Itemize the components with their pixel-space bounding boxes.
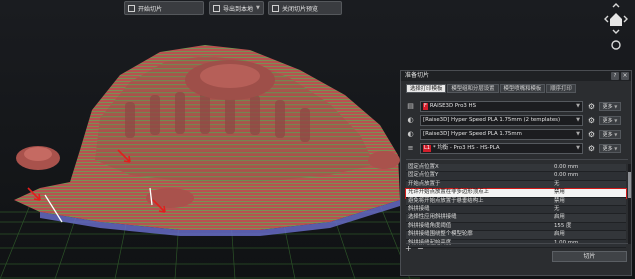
tab-model-nozzle-template[interactable]: 模型喷嘴和模板 (499, 84, 546, 93)
filament-preset-row-2: ◐ [Raise3D] Hyper Speed PLA 1.75mm ▼ ⚙ 更… (406, 129, 630, 140)
export-label: 导出到本地 (223, 5, 254, 13)
gear-icon[interactable]: ⚙ (587, 144, 596, 153)
more-label: 更多 (602, 104, 613, 110)
setting-value: 0.00 mm (554, 164, 579, 170)
tab-sequential-print[interactable]: 顺序打印 (546, 84, 576, 93)
tab-model-group-layer-settings[interactable]: 模型组和分层设置 (447, 84, 499, 93)
setting-value: 无 (554, 180, 560, 187)
chevron-down-icon: ▼ (614, 146, 618, 151)
setting-row[interactable]: 固定点位置X 0.00 mm (406, 164, 626, 173)
setting-key: 斜拼接缝 (408, 205, 430, 212)
filament-icon: ◐ (407, 130, 414, 138)
printer-preset-row: ▤ F RAISE3D Pro3 HS ▼ ⚙ 更多 ▼ (406, 101, 630, 112)
chevron-down-icon[interactable]: ▼ (256, 5, 260, 11)
export-to-local-button[interactable]: 导出到本地 ▼ (209, 1, 264, 15)
setting-row[interactable]: 固定点位置Y 0.00 mm (406, 172, 626, 181)
more-label: 更多 (602, 146, 613, 152)
setting-row[interactable]: 避免将开始点放置于悬垂结构上 禁用 (406, 197, 626, 206)
settings-scrollbar[interactable] (628, 164, 631, 244)
prepare-slice-dialog: 准备切片 ? × 选择打印模板 模型组和分层设置 模型喷嘴和模板 顺序打印 ▤ … (400, 70, 632, 276)
filament-preset-row: ◐ [Raise3D] Hyper Speed PLA 1.75mm (2 te… (406, 115, 630, 126)
printer-icon: ▤ (407, 102, 414, 110)
filament-preset-select-2[interactable]: [Raise3D] Hyper Speed PLA 1.75mm ▼ (420, 129, 583, 140)
setting-key: 允许开始点放置在非多边形顶点上 (408, 189, 489, 196)
setting-key: 开始点放置于 (408, 180, 441, 187)
close-preview-icon (272, 4, 279, 12)
setting-value: 启用 (554, 214, 565, 221)
tab-select-print-template[interactable]: 选择打印模板 (406, 84, 447, 93)
scrollbar-thumb[interactable] (628, 172, 631, 198)
add-button[interactable]: + (405, 244, 412, 253)
setting-value: 155 度 (554, 222, 572, 229)
more-button[interactable]: 更多 ▼ (599, 116, 621, 125)
more-button[interactable]: 更多 ▼ (599, 130, 621, 139)
preset-text: [Raise3D] Hyper Speed PLA 1.75mm (423, 131, 522, 137)
right-arrow-icon[interactable] (623, 15, 628, 23)
start-slice-button[interactable]: 开始切片 (124, 1, 204, 15)
preset-text: * 均衡 - Pro3 HS - HS-PLA (432, 145, 500, 151)
up-arrow-icon[interactable] (612, 3, 620, 8)
gear-icon[interactable]: ⚙ (587, 116, 596, 125)
slice-button[interactable]: 切片 (552, 251, 627, 262)
chevron-down-icon: ▼ (576, 117, 580, 123)
dialog-titlebar: 准备切片 ? × (401, 71, 631, 81)
setting-key: 选择性应用斜拼接缝 (408, 214, 457, 221)
printer-preset-select[interactable]: F RAISE3D Pro3 HS ▼ (420, 101, 583, 112)
setting-key: 避免将开始点放置于悬垂结构上 (408, 197, 484, 204)
rotate-icon[interactable] (611, 40, 621, 50)
start-slice-label: 开始切片 (138, 5, 163, 13)
setting-value: 禁用 (554, 197, 565, 204)
more-label: 更多 (602, 132, 613, 138)
setting-value: 0.00 mm (554, 172, 579, 179)
preset-badge: L1 (423, 145, 431, 152)
filament-icon: ◐ (407, 116, 414, 124)
setting-value: 启用 (554, 231, 565, 238)
gear-icon[interactable]: ⚙ (587, 102, 596, 111)
preset-badge: F (423, 103, 428, 110)
preset-text: RAISE3D Pro3 HS (429, 103, 476, 109)
slice-icon (128, 4, 135, 12)
left-arrow-icon[interactable] (604, 15, 609, 23)
view-controls (604, 3, 628, 50)
preset-text: [Raise3D] Hyper Speed PLA 1.75mm (2 temp… (423, 117, 561, 123)
more-label: 更多 (602, 118, 613, 124)
setting-row[interactable]: 斜拼接缝围绕整个模型轮廓 启用 (406, 231, 626, 240)
chevron-down-icon: ▼ (614, 132, 618, 137)
close-icon[interactable]: × (621, 72, 629, 80)
close-preview-label: 关闭切片预览 (282, 5, 319, 13)
remove-button[interactable]: − (417, 244, 424, 253)
setting-value: 无 (554, 205, 560, 212)
chevron-down-icon: ▼ (576, 145, 580, 151)
chevron-down-icon: ▼ (576, 131, 580, 137)
layers-icon: ≡ (407, 144, 414, 152)
setting-key: 斜拼接缝角度阈值 (408, 222, 452, 229)
gear-icon[interactable]: ⚙ (587, 130, 596, 139)
divider (406, 243, 628, 244)
dialog-tabs: 选择打印模板 模型组和分层设置 模型喷嘴和模板 顺序打印 (406, 84, 577, 93)
settings-list: 固定点位置X 0.00 mm 固定点位置Y 0.00 mm 开始点放置于无 允许开始… (405, 164, 627, 248)
print-profile-row: ≡ L1 * 均衡 - Pro3 HS - HS-PLA ▼ ⚙ 更多 ▼ (406, 143, 630, 154)
help-icon[interactable]: ? (611, 72, 619, 80)
setting-row[interactable]: 选择性应用斜拼接缝 启用 (406, 214, 626, 223)
print-profile-select[interactable]: L1 * 均衡 - Pro3 HS - HS-PLA ▼ (420, 143, 583, 154)
setting-key: 固定点位置Y (408, 172, 439, 179)
dialog-title: 准备切片 (405, 72, 430, 79)
more-button[interactable]: 更多 ▼ (599, 144, 621, 153)
setting-key: 固定点位置X (408, 164, 439, 170)
setting-row-highlighted[interactable]: 允许开始点放置在非多边形顶点上 禁用 (405, 188, 627, 199)
chevron-down-icon: ▼ (614, 118, 618, 123)
chevron-down-icon: ▼ (576, 103, 580, 109)
filament-preset-select[interactable]: [Raise3D] Hyper Speed PLA 1.75mm (2 temp… (420, 115, 583, 126)
setting-value: 禁用 (554, 189, 565, 196)
more-button[interactable]: 更多 ▼ (599, 102, 621, 111)
setting-row[interactable]: 斜拼接缝角度阈值 155 度 (406, 222, 626, 232)
setting-key: 斜拼接缝围绕整个模型轮廓 (408, 231, 473, 238)
close-slice-preview-button[interactable]: 关闭切片预览 (268, 1, 342, 15)
export-icon (213, 4, 220, 12)
divider (406, 159, 628, 160)
chevron-down-icon: ▼ (614, 104, 618, 109)
setting-row[interactable]: 开始点放置于 无 (406, 180, 626, 190)
home-icon[interactable] (610, 13, 622, 26)
down-arrow-icon[interactable] (612, 29, 620, 34)
